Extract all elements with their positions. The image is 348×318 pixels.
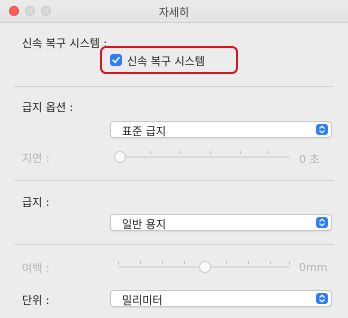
separator [14,244,334,245]
title-bar: 자세히 [0,0,348,23]
slider-tick [118,261,119,264]
slider-tick [210,151,211,154]
delay-slider-knob[interactable] [114,151,126,163]
slider-tick [240,151,241,154]
checkmark-icon [112,56,120,64]
rapid-recovery-checkbox[interactable] [110,54,122,66]
units-select[interactable]: 밀리미터 [110,290,332,307]
chevron-up-down-icon [316,217,328,228]
rapid-recovery-checkbox-label[interactable]: 신속 복구 시스템 [127,53,205,69]
chevron-up-down-icon [316,293,328,304]
slider-tick [289,261,290,264]
units-label: 단위 : [22,294,50,307]
margin-label: 여백 : [22,262,50,275]
feed-label: 급지 : [22,196,50,209]
slider-tick [150,151,151,154]
slider-tick [184,261,185,264]
separator [14,86,334,87]
feed-select[interactable]: 일반 용지 [110,214,332,231]
slider-tick [140,261,141,264]
slider-tick [180,151,181,154]
slider-tick [248,261,249,264]
slider-tick [162,261,163,264]
margin-value: 0mm [299,261,328,274]
delay-value: 0 초 [299,153,320,166]
delay-slider-track[interactable] [118,156,290,158]
rapid-recovery-label: 신속 복구 시스템 : [22,37,108,50]
feed-value: 일반 용지 [122,218,166,231]
feed-options-value: 표준 급지 [122,125,166,138]
feed-options-select[interactable]: 표준 급지 [110,121,332,138]
margin-slider-knob[interactable] [199,261,211,273]
feed-options-label: 급지 옵션 : [22,101,74,114]
delay-label: 지연 : [22,152,50,165]
units-value: 밀리미터 [122,294,163,307]
slider-tick [226,261,227,264]
slider-tick [270,261,271,264]
separator [14,180,334,181]
chevron-up-down-icon [316,124,328,135]
window-title: 자세히 [158,6,190,19]
slider-tick [268,151,269,154]
details-window: 자세히 신속 복구 시스템 : 신속 복구 시스템 급지 옵션 : 표준 급지 … [0,0,348,318]
